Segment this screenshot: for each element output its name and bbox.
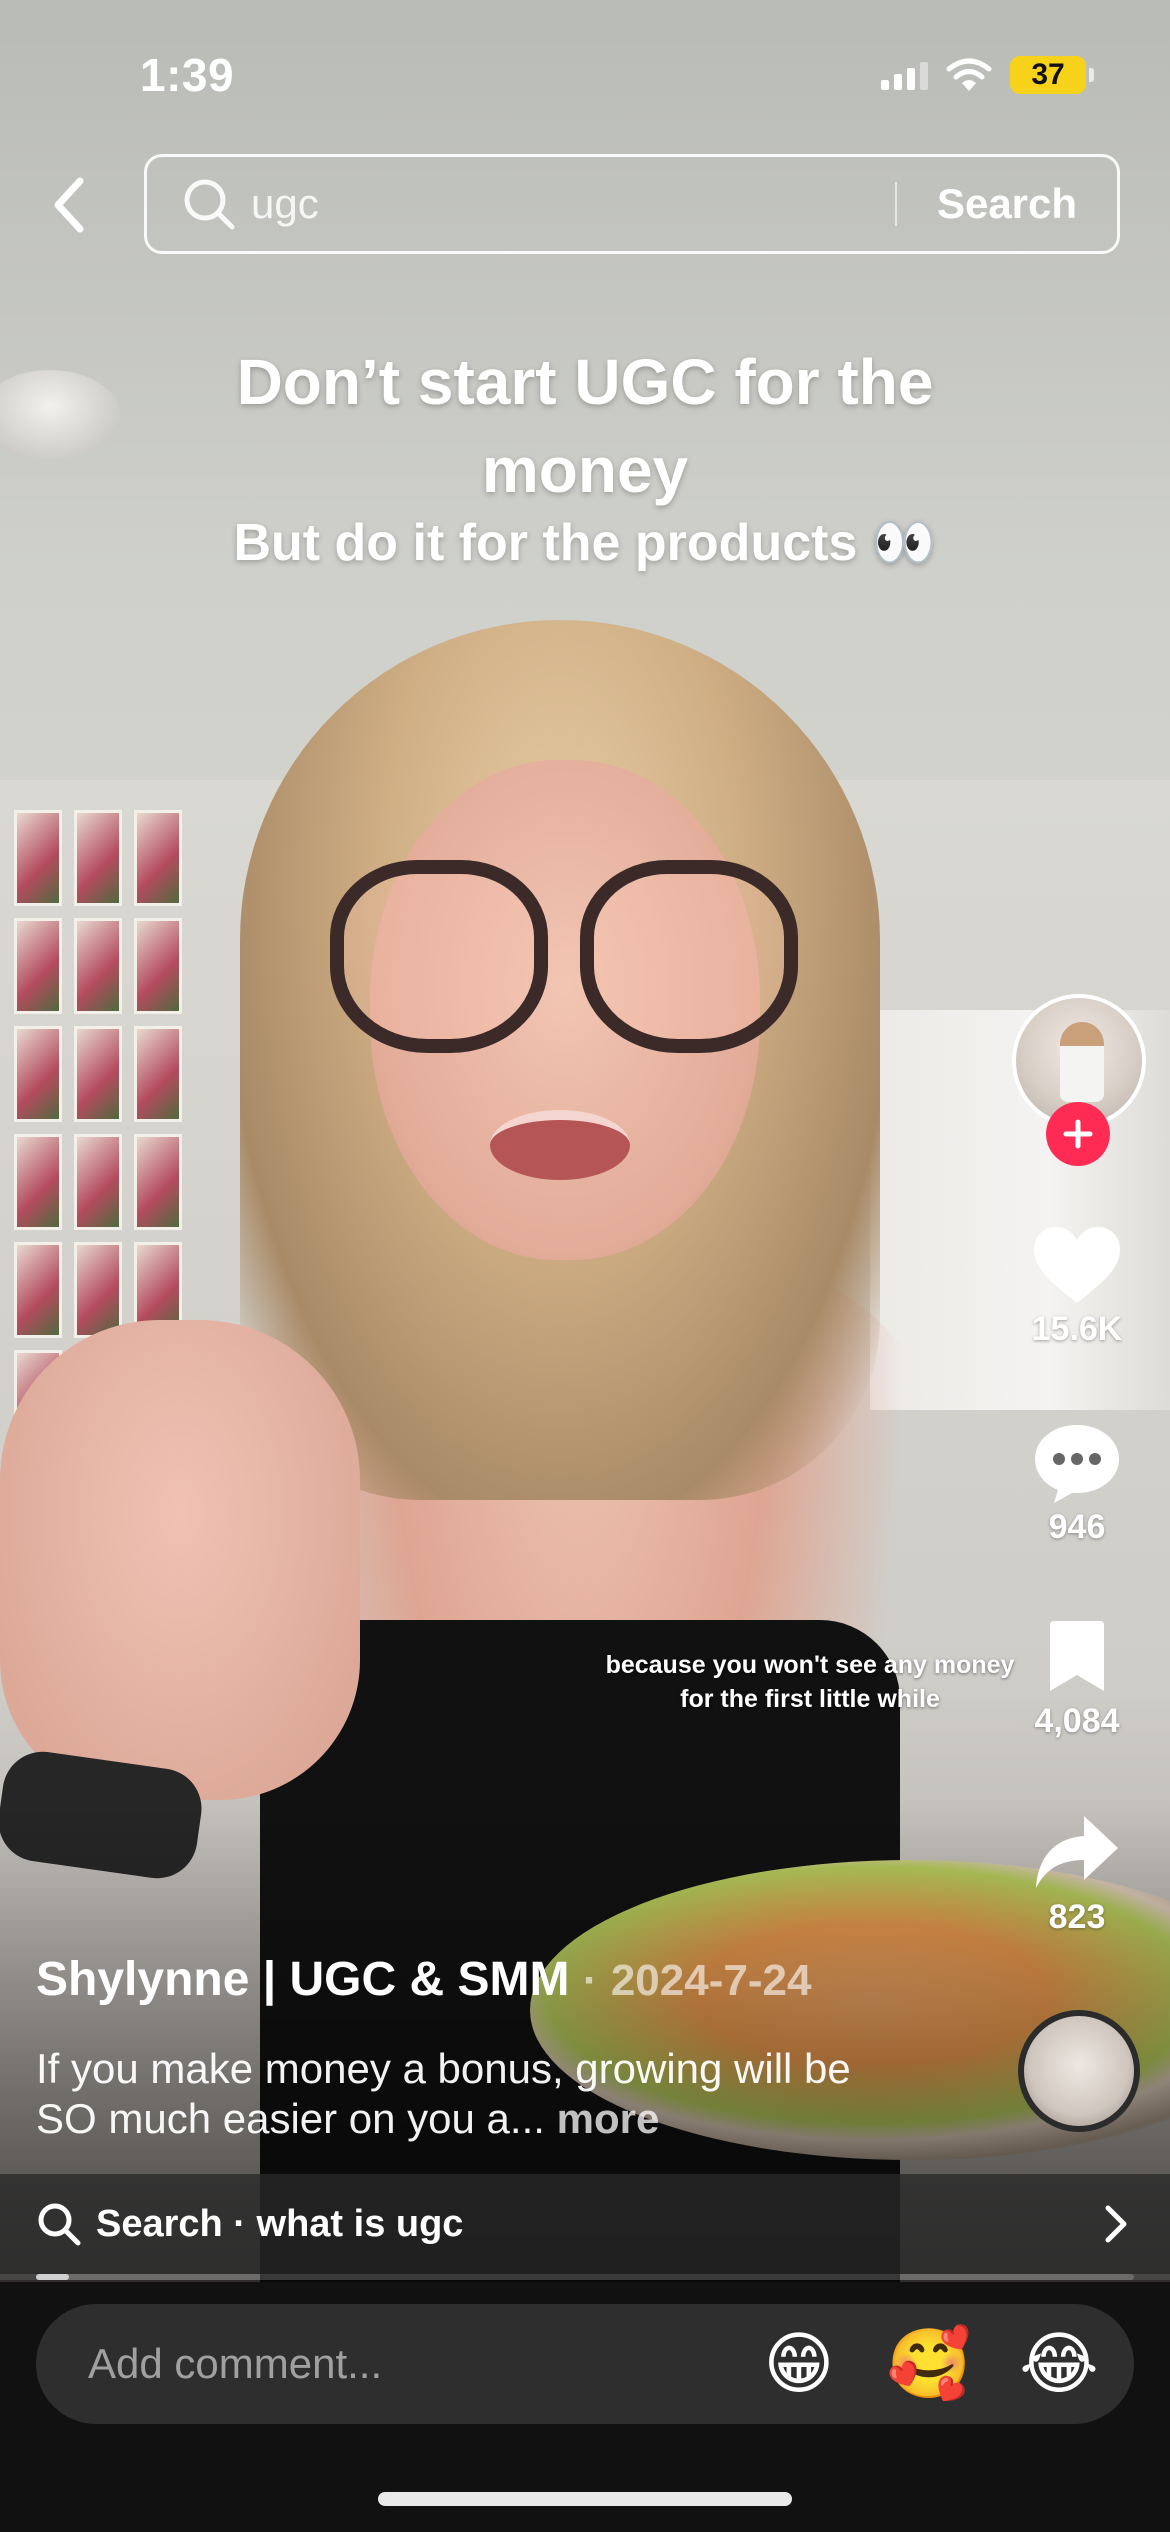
plus-icon <box>1063 1119 1093 1149</box>
chevron-left-icon <box>54 177 84 233</box>
search-icon <box>34 2199 84 2249</box>
search-suggestion-label: Search · what is ugc <box>96 2202 464 2245</box>
avatar-figure <box>1060 1022 1104 1102</box>
video-progress-fill <box>36 2274 69 2280</box>
post-description[interactable]: If you make money a bonus, growing will … <box>36 2044 896 2144</box>
status-icons: 37 <box>881 56 1094 94</box>
share-button[interactable]: 823 <box>1022 1808 1132 1937</box>
heart-icon <box>1034 1227 1120 1303</box>
video-ceiling-light <box>0 370 120 460</box>
follow-button[interactable] <box>1046 1102 1110 1166</box>
search-suggestion-bar[interactable]: Search · what is ugc <box>0 2174 1170 2274</box>
bookmark-icon <box>1050 1621 1104 1691</box>
author-name[interactable]: Shylynne | UGC & SMM <box>36 1953 569 2006</box>
video-person-mouth <box>490 1110 630 1180</box>
battery-level: 37 <box>1031 58 1065 91</box>
video-caption-title: Don’t start UGC for the money <box>236 346 934 506</box>
emoji-grin-button[interactable]: 😁 <box>734 2330 864 2398</box>
comment-button[interactable]: 946 <box>1022 1418 1132 1547</box>
video-progress-bar[interactable] <box>36 2274 1134 2280</box>
chevron-right-icon <box>1086 2204 1146 2244</box>
signal-icon <box>881 60 928 90</box>
bookmark-button[interactable]: 4,084 <box>1022 1612 1132 1741</box>
video-caption-subtitle: But do it for the products 👀 <box>233 514 937 572</box>
search-input[interactable]: ugc <box>251 180 895 228</box>
author-line: Shylynne | UGC & SMM · 2024-7-24 <box>36 1952 811 2007</box>
music-disc-icon[interactable] <box>1018 2010 1140 2132</box>
video-glasses-left <box>330 860 548 1053</box>
emoji-hearts-button[interactable]: 🥰 <box>864 2330 994 2398</box>
comment-input[interactable]: Add comment... 😁 🥰 😂 <box>36 2304 1134 2424</box>
post-date: 2024-7-24 <box>610 1956 812 2005</box>
author-separator: · <box>582 1956 598 2005</box>
video-hand <box>0 1320 360 1800</box>
status-time: 1:39 <box>140 49 235 101</box>
back-button[interactable] <box>40 170 100 240</box>
like-button[interactable]: 15.6K <box>1022 1220 1132 1349</box>
bookmark-count: 4,084 <box>1034 1702 1120 1740</box>
comment-count: 946 <box>1048 1508 1106 1546</box>
search-button[interactable]: Search <box>897 180 1117 228</box>
emoji-laugh-button[interactable]: 😂 <box>994 2330 1124 2398</box>
home-indicator[interactable] <box>378 2492 792 2506</box>
wifi-icon <box>946 58 992 91</box>
video-caption-overlay: because you won't see any money for the … <box>605 1651 1015 1713</box>
comment-placeholder: Add comment... <box>88 2340 383 2387</box>
comment-bubble-icon <box>1035 1425 1119 1503</box>
share-arrow-icon <box>1036 1816 1118 1888</box>
search-bar[interactable]: ugc Search <box>144 154 1120 254</box>
video-glasses-right <box>580 860 798 1053</box>
share-count: 823 <box>1048 1898 1106 1936</box>
battery-icon: 37 <box>1010 56 1094 94</box>
description-text: If you make money a bonus, growing will … <box>36 2045 851 2142</box>
search-icon <box>181 176 237 232</box>
comment-area: Add comment... 😁 🥰 😂 <box>0 2282 1170 2532</box>
more-link[interactable]: more <box>557 2095 660 2142</box>
like-count: 15.6K <box>1031 1310 1123 1348</box>
